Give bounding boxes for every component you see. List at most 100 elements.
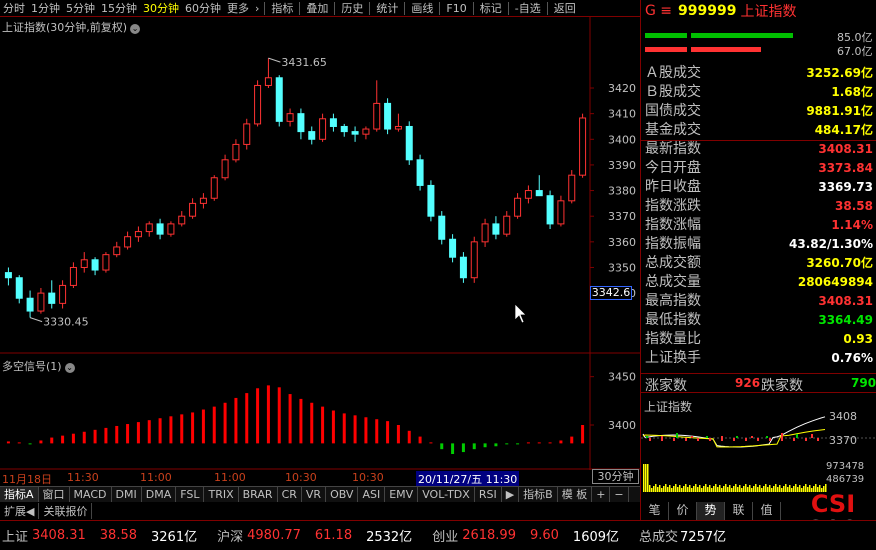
mini-volume-bar <box>777 487 779 492</box>
toolbar-button-3[interactable]: 统计 <box>372 0 402 16</box>
toolbar-button-5[interactable]: F10 <box>442 2 470 15</box>
candle <box>373 80 381 132</box>
ext-tab-0[interactable]: 扩展◀ <box>0 502 40 519</box>
toolbar-button-2[interactable]: 历史 <box>337 0 367 16</box>
signal-bar <box>537 442 541 444</box>
stat-row: 指数量比 0.93 <box>641 330 876 349</box>
toolbar-button-8[interactable]: 返回 <box>550 0 580 16</box>
indicator-tab-11[interactable]: ASI <box>358 487 386 502</box>
indicator-tab-2[interactable]: MACD <box>70 487 112 502</box>
signal-bar <box>115 425 119 444</box>
toolbar-separator <box>404 1 406 15</box>
candle <box>340 123 348 137</box>
timeframe-tab-1[interactable]: 1分钟 <box>28 0 63 16</box>
toolbar-button-6[interactable]: 标记 <box>476 0 506 16</box>
toolbar-button-7[interactable]: -自选 <box>511 0 545 16</box>
stat-value: 3408.31 <box>818 142 873 156</box>
mini-tab-0[interactable]: 笔 <box>641 502 669 520</box>
stat-row: 国债成交 9881.91亿 <box>641 102 876 121</box>
sub-chart-title: 多空信号(1) ⌄ <box>2 358 75 374</box>
low-label: 3330.45 <box>43 316 88 329</box>
mini-volume-bar <box>755 484 757 492</box>
ext-tab-1[interactable]: 关联报价 <box>39 502 93 519</box>
timeframe-tab-0[interactable]: 分时 <box>0 0 28 16</box>
indicator-tab-19[interactable]: − <box>610 487 629 502</box>
mini-diff-bar <box>691 436 693 438</box>
sell-bar-a <box>645 47 687 52</box>
more-arrow-icon[interactable]: › <box>252 2 262 15</box>
mini-diff-bar <box>796 434 798 438</box>
mini-volume-bar <box>681 488 683 492</box>
time-label: 11:00 <box>214 471 246 484</box>
sub-chart-title-text: 多空信号(1) <box>2 360 62 373</box>
toolbar-separator <box>299 1 301 15</box>
timeframe-tab-6[interactable]: 更多 <box>224 0 252 16</box>
indicator-tab-7[interactable]: BRAR <box>239 487 278 502</box>
candle <box>102 252 110 273</box>
mini-diff-bar <box>751 436 753 438</box>
period-label[interactable]: 30分钟 <box>592 469 639 484</box>
mini-diff-bar <box>766 436 768 438</box>
mini-volume-bar <box>693 486 695 492</box>
stat-label: 昨日收盘 <box>645 179 701 195</box>
timeframe-tab-4[interactable]: 30分钟 <box>140 0 182 16</box>
stat-label: 今日开盘 <box>645 160 701 176</box>
indicator-tab-16[interactable]: 指标B <box>519 487 558 502</box>
indicator-tab-10[interactable]: OBV <box>326 487 359 502</box>
mini-volume-bar <box>781 488 783 492</box>
mini-volume-bar <box>741 488 743 492</box>
indicator-tab-14[interactable]: RSI <box>475 487 502 502</box>
indicator-tab-8[interactable]: CR <box>278 487 302 502</box>
stat-row: Ａ股成交 3252.69亿 <box>641 64 876 83</box>
ticker-price: 4980.77 <box>247 528 301 543</box>
candle <box>416 154 424 191</box>
chart-area[interactable]: 3420341034003390338033703360335033403431… <box>0 17 640 470</box>
indicator-tab-3[interactable]: DMI <box>112 487 142 502</box>
toolbar-button-0[interactable]: 指标 <box>267 0 297 16</box>
app-window: 分时 1分钟 5分钟 15分钟 30分钟 60分钟 更多 › 指标 叠加 历史 统计 画线 F10 标记 -自… <box>0 0 876 550</box>
timeframe-tab-5[interactable]: 60分钟 <box>182 0 224 16</box>
indicator-tab-12[interactable]: EMV <box>385 487 419 502</box>
stat-label: Ｂ股成交 <box>645 84 701 100</box>
indicator-tab-4[interactable]: DMA <box>142 487 177 502</box>
signal-bar <box>147 420 151 444</box>
mini-volume-bar <box>647 464 649 492</box>
ticker-total-label: 总成交 <box>639 530 679 545</box>
timeframe-tab-3[interactable]: 15分钟 <box>98 0 140 16</box>
signal-bar <box>201 409 205 444</box>
mini-volume-bar <box>651 488 653 492</box>
mini-volume-bar <box>749 485 751 492</box>
mini-volume-bar <box>649 485 651 492</box>
timeframe-tab-2[interactable]: 5分钟 <box>63 0 98 16</box>
indicator-tab-5[interactable]: FSL <box>176 487 205 502</box>
sub-chart-settings-icon[interactable]: ⌄ <box>64 363 75 373</box>
candle <box>221 154 229 181</box>
mini-tab-4[interactable]: 值 <box>753 502 781 520</box>
signal-bar <box>277 387 281 444</box>
indicator-tab-17[interactable]: 模 板 <box>558 487 593 502</box>
indicator-tab-0[interactable]: 指标A <box>0 487 39 502</box>
toolbar-button-4[interactable]: 画线 <box>407 0 437 16</box>
stat-row: 指数涨跌 38.58 <box>641 197 876 216</box>
buy-bar-b <box>691 33 793 38</box>
mini-tab-2[interactable]: 势 <box>697 502 725 520</box>
signal-tick-label: 3450 <box>608 371 636 384</box>
indicator-tab-13[interactable]: VOL-TDX <box>418 487 475 502</box>
indicator-tab-15[interactable]: ▶ <box>502 487 520 502</box>
indicator-tab-18[interactable]: + <box>592 487 611 502</box>
mouse-pointer-icon <box>514 303 527 324</box>
signal-bar <box>299 398 303 444</box>
toolbar-button-1[interactable]: 叠加 <box>302 0 332 16</box>
mini-tab-1[interactable]: 价 <box>669 502 697 520</box>
indicator-tab-9[interactable]: VR <box>302 487 327 502</box>
indicator-tab-1[interactable]: 窗口 <box>39 487 70 502</box>
mini-tab-3[interactable]: 联 <box>725 502 753 520</box>
mini-volume-bar <box>733 486 735 492</box>
stat-value: 3252.69亿 <box>806 66 873 80</box>
mini-vol-low-label: 486739 <box>826 474 865 485</box>
mini-volume-bar <box>759 485 761 492</box>
mini-volume-bar <box>663 486 665 492</box>
mini-diff-bar <box>676 433 678 438</box>
indicator-tab-6[interactable]: TRIX <box>204 487 239 502</box>
mini-volume-bar <box>787 487 789 492</box>
